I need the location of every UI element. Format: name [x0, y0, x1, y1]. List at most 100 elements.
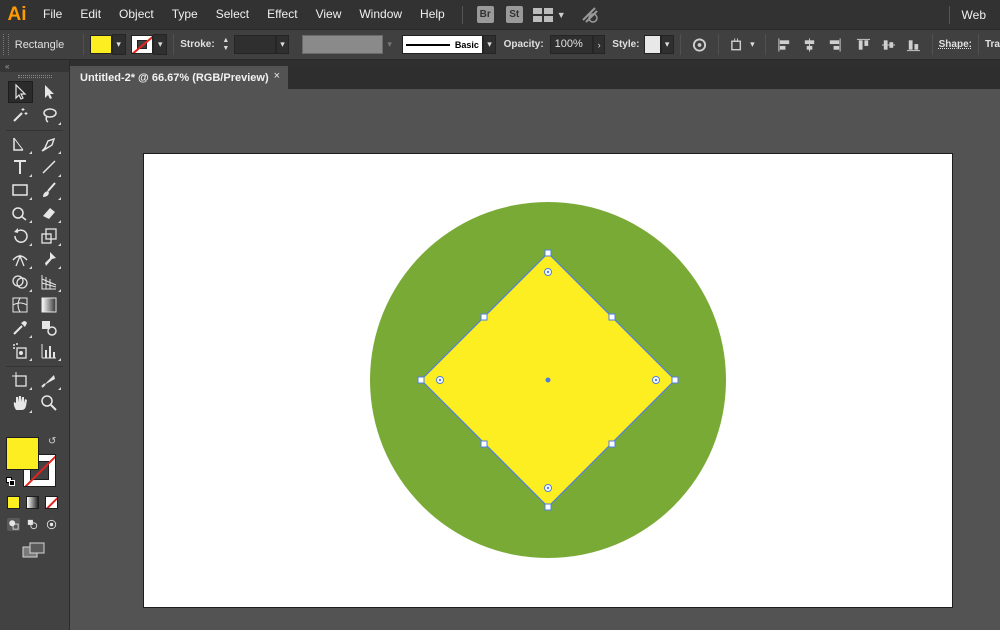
direct-selection-tool-icon[interactable] — [37, 81, 62, 103]
magic-wand-tool-icon[interactable] — [8, 104, 33, 126]
draw-behind-icon[interactable] — [26, 518, 39, 531]
opacity-field[interactable]: 100% — [549, 35, 594, 54]
paintbrush-tool-icon[interactable] — [37, 179, 62, 201]
align-right-icon[interactable] — [827, 37, 842, 53]
selection-tool-icon[interactable] — [7, 80, 33, 103]
document-tab[interactable]: Untitled-2* @ 66.67% (RGB/Preview) × — [70, 66, 288, 89]
chevron-down-icon[interactable]: ▾ — [111, 34, 126, 55]
chevron-down-icon[interactable]: ▾ — [746, 34, 759, 55]
fill-swatch[interactable] — [89, 35, 112, 54]
shape-builder-tool-icon[interactable] — [8, 271, 33, 293]
corner-widget[interactable] — [544, 484, 552, 492]
selection-handle[interactable] — [544, 503, 552, 511]
shape-properties-link[interactable]: Shape: — [939, 39, 972, 50]
curvature-tool-icon[interactable] — [37, 133, 62, 155]
artboard-tool-icon[interactable] — [8, 369, 33, 391]
align-top-icon[interactable] — [856, 37, 871, 53]
workspace-switcher[interactable]: Web — [948, 0, 1000, 29]
draw-inside-icon[interactable] — [45, 518, 58, 531]
selection-handle[interactable] — [480, 440, 488, 448]
eyedropper-tool-icon[interactable] — [8, 317, 33, 339]
stroke-color-picker[interactable]: ▾ — [131, 34, 168, 55]
blend-tool-icon[interactable] — [37, 317, 62, 339]
stock-icon[interactable]: St — [505, 6, 523, 23]
opacity-label[interactable]: Opacity: — [504, 39, 544, 50]
workspace-label[interactable]: Web — [962, 8, 1000, 22]
stroke-swatch[interactable] — [131, 35, 154, 54]
corner-widget[interactable] — [436, 376, 444, 384]
artwork[interactable] — [144, 154, 954, 609]
gpu-performance-icon[interactable] — [580, 6, 600, 24]
menu-object[interactable]: Object — [110, 0, 163, 29]
width-tool-icon[interactable] — [8, 248, 33, 270]
graphic-style-swatch[interactable] — [643, 35, 661, 54]
puppet-warp-tool-icon[interactable] — [37, 248, 62, 270]
menu-view[interactable]: View — [307, 0, 351, 29]
menu-window[interactable]: Window — [350, 0, 411, 29]
none-mode-button[interactable] — [45, 496, 58, 509]
menu-select[interactable]: Select — [207, 0, 258, 29]
document-tab-title[interactable]: Untitled-2* @ 66.67% (RGB/Preview) — [80, 72, 269, 84]
selection-handle[interactable] — [417, 376, 425, 384]
transform-link[interactable]: Tra — [985, 39, 1000, 50]
gradient-tool-icon[interactable] — [37, 294, 62, 316]
symbol-sprayer-tool-icon[interactable] — [8, 340, 33, 362]
rectangle-tool-icon[interactable] — [8, 179, 33, 201]
rotate-tool-icon[interactable] — [8, 225, 33, 247]
default-fill-stroke-icon[interactable] — [6, 477, 15, 486]
lasso-tool-icon[interactable] — [37, 104, 62, 126]
bridge-icon[interactable]: Br — [476, 6, 494, 23]
fill-color-picker[interactable]: ▾ — [89, 34, 126, 55]
collapse-panel-icon[interactable]: « — [0, 60, 69, 72]
chevron-down-icon[interactable]: ▾ — [383, 34, 396, 55]
menu-file[interactable]: File — [34, 0, 71, 29]
canvas-area[interactable] — [70, 89, 1000, 630]
align-vertical-center-icon[interactable] — [881, 37, 896, 53]
close-icon[interactable]: × — [274, 70, 280, 82]
chevron-down-icon[interactable]: ▾ — [660, 35, 674, 54]
fill-color-box[interactable] — [6, 437, 39, 470]
corner-widget[interactable] — [652, 376, 660, 384]
pen-tool-icon[interactable] — [8, 133, 33, 155]
zoom-tool-icon[interactable] — [37, 392, 62, 414]
artboard[interactable] — [143, 153, 953, 608]
column-graph-tool-icon[interactable] — [37, 340, 62, 362]
type-tool-icon[interactable] — [8, 156, 33, 178]
shaper-tool-icon[interactable] — [8, 202, 33, 224]
selection-handle[interactable] — [544, 249, 552, 257]
gradient-mode-button[interactable] — [26, 496, 39, 509]
chevron-down-icon[interactable]: ▾ — [153, 34, 168, 55]
recolor-artwork-icon[interactable] — [692, 37, 707, 53]
center-point[interactable] — [545, 377, 551, 383]
screen-mode-icon[interactable] — [22, 542, 46, 558]
draw-normal-icon[interactable] — [7, 518, 20, 531]
variable-width-profile[interactable] — [302, 35, 384, 54]
arrange-documents-icon[interactable] — [532, 7, 553, 22]
color-mode-button[interactable] — [7, 496, 20, 509]
stroke-weight-field[interactable] — [234, 35, 276, 54]
align-horizontal-center-icon[interactable] — [802, 37, 817, 53]
menu-type[interactable]: Type — [163, 0, 207, 29]
corner-widget[interactable] — [544, 268, 552, 276]
menu-help[interactable]: Help — [411, 0, 454, 29]
scale-tool-icon[interactable] — [37, 225, 62, 247]
menu-edit[interactable]: Edit — [71, 0, 110, 29]
menu-effect[interactable]: Effect — [258, 0, 306, 29]
brush-definition[interactable]: Basic — [401, 35, 483, 54]
selection-handle[interactable] — [671, 376, 679, 384]
perspective-grid-tool-icon[interactable] — [37, 271, 62, 293]
swap-fill-stroke-icon[interactable]: ↺ — [48, 436, 56, 447]
hand-tool-icon[interactable] — [8, 392, 33, 414]
line-segment-tool-icon[interactable] — [37, 156, 62, 178]
selection-handle[interactable] — [608, 440, 616, 448]
eraser-tool-icon[interactable] — [37, 202, 62, 224]
stroke-weight-stepper[interactable]: ▲ ▼ — [221, 34, 231, 55]
mesh-tool-icon[interactable] — [8, 294, 33, 316]
chevron-down-icon[interactable]: ▾ — [275, 35, 290, 54]
align-bottom-icon[interactable] — [906, 37, 921, 53]
align-left-icon[interactable] — [777, 37, 792, 53]
chevron-down-icon[interactable]: ▼ — [557, 10, 566, 20]
chevron-right-icon[interactable]: › — [593, 35, 605, 54]
chevron-down-icon[interactable]: ▾ — [482, 35, 497, 54]
align-to-icon[interactable] — [730, 37, 745, 53]
